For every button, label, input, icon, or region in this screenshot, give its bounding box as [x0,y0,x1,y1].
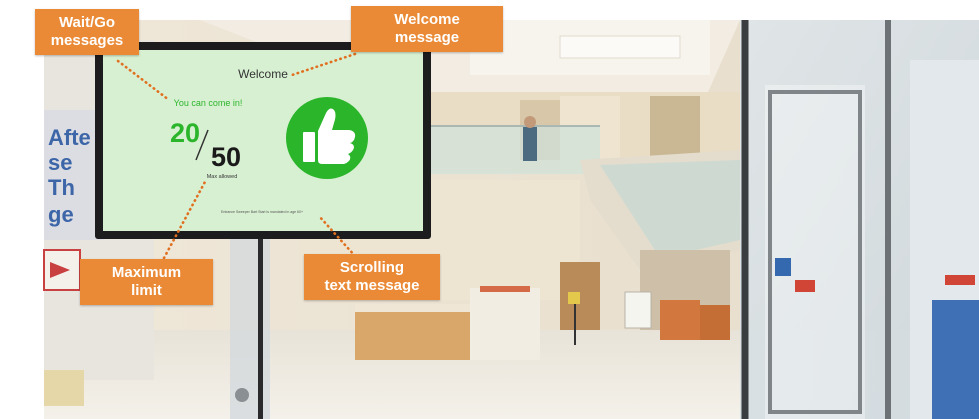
leader-maximum [162,178,208,260]
callout-wait-go: Wait/Go messages [35,9,139,55]
callout-leaders [116,52,357,260]
callout-welcome: Welcome message [351,6,503,52]
callout-scrolling-line1: Scrolling [339,259,405,276]
callout-maximum-line2: limit [131,282,162,299]
leader-scrolling [317,214,357,258]
callout-scrolling: Scrolling text message [304,254,440,300]
callout-scrolling-line2: text message [324,277,420,294]
callout-wait-go-line2: messages [50,32,124,49]
leader-welcome [287,52,357,78]
callout-wait-go-line1: Wait/Go [58,14,116,31]
callout-maximum-line1: Maximum [111,264,182,281]
annotated-scene: Afte se Th ge Welcome You can come in! 2… [0,0,979,419]
callout-maximum: Maximum limit [80,259,213,305]
callout-welcome-line2: message [394,29,460,46]
leader-wait-go [116,59,171,102]
callout-welcome-line1: Welcome [394,11,460,28]
